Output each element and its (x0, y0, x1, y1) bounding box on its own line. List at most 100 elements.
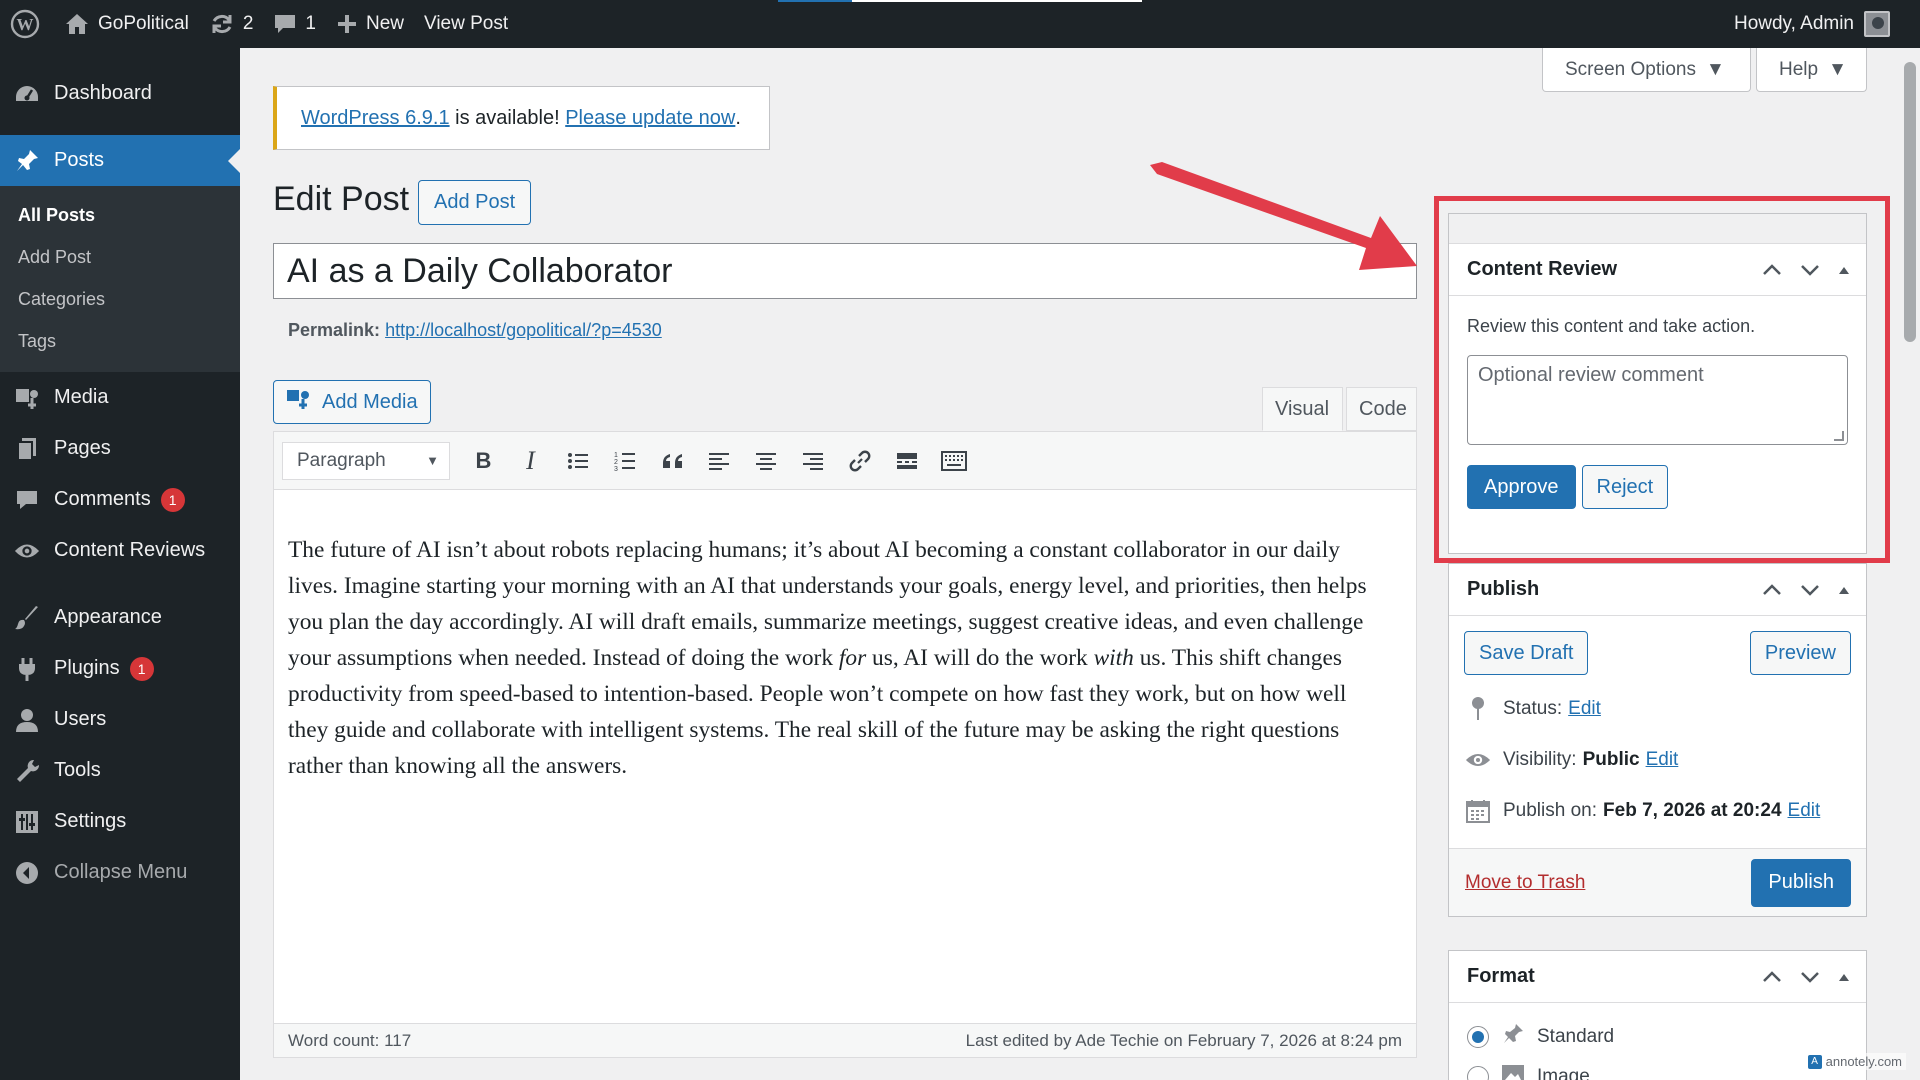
numbered-list-button[interactable]: 123 (603, 442, 646, 480)
move-up-icon[interactable] (1762, 970, 1782, 983)
move-down-icon[interactable] (1800, 971, 1820, 983)
align-right-button[interactable] (791, 442, 834, 480)
move-to-trash-link[interactable]: Move to Trash (1465, 872, 1585, 894)
update-now-link[interactable]: Please update now (565, 107, 735, 130)
status-edit-link[interactable]: Edit (1568, 698, 1601, 720)
submenu-add-post[interactable]: Add Post (0, 236, 240, 278)
sidebar-item-content-reviews[interactable]: Content Reviews (0, 525, 240, 576)
preview-button[interactable]: Preview (1749, 631, 1851, 675)
page-title: Edit Post (273, 180, 410, 218)
editor-toolbar: Paragraph ▼ B I 123 (274, 432, 1416, 490)
my-account-link[interactable]: Howdy, Admin (1734, 0, 1890, 48)
add-media-icon (286, 387, 312, 417)
add-post-button[interactable]: Add Post (418, 180, 532, 225)
tab-visual[interactable]: Visual (1262, 387, 1343, 431)
updates-icon (209, 12, 235, 36)
sidebar-item-pages[interactable]: Pages (0, 423, 240, 474)
submenu-tags[interactable]: Tags (0, 320, 240, 362)
sidebar-label-posts: Posts (54, 149, 105, 171)
save-draft-button[interactable]: Save Draft (1464, 631, 1589, 675)
updates-link[interactable]: 2 (199, 0, 264, 48)
sidebar-label-settings: Settings (54, 810, 127, 832)
last-edited: Last edited by Ade Techie on February 7,… (965, 1030, 1402, 1050)
screen-options-button[interactable]: Screen Options ▼ (1542, 48, 1751, 92)
align-left-button[interactable] (697, 442, 740, 480)
scrollbar-thumb[interactable] (1904, 62, 1916, 342)
permalink-url[interactable]: http://localhost/gopolitical/?p=4530 (385, 320, 662, 340)
comments-badge: 1 (160, 487, 185, 512)
sidebar-item-users[interactable]: Users (0, 694, 240, 745)
read-more-icon (896, 452, 917, 469)
editor-status-bar: Word count: 117 Last edited by Ade Techi… (274, 1023, 1416, 1057)
visibility-edit-link[interactable]: Edit (1646, 749, 1679, 771)
sidebar-item-posts[interactable]: Posts (0, 135, 240, 186)
align-center-button[interactable] (744, 442, 787, 480)
publish-header: Publish (1449, 564, 1866, 616)
screen-options-label: Screen Options (1565, 58, 1696, 80)
sidebar-item-settings[interactable]: Settings (0, 796, 240, 847)
site-name-link[interactable]: GoPolitical (54, 0, 199, 48)
collapse-toggle-icon[interactable] (1838, 972, 1850, 982)
sidebar-label-content-reviews: Content Reviews (54, 539, 206, 561)
help-button[interactable]: Help ▼ (1756, 48, 1867, 92)
align-left-icon (708, 452, 729, 470)
submenu-categories[interactable]: Categories (0, 278, 240, 320)
wordpress-logo-icon[interactable]: W (0, 0, 54, 48)
sidebar-label-media: Media (54, 386, 109, 408)
home-icon (64, 12, 90, 36)
watermark-text: annotely.com (1825, 1054, 1902, 1069)
sidebar-label-appearance: Appearance (54, 606, 162, 628)
post-content[interactable]: The future of AI isn’t about robots repl… (274, 532, 1394, 784)
bold-button[interactable]: B (462, 442, 505, 480)
format-option-standard[interactable]: Standard (1449, 1017, 1866, 1057)
quote-icon (662, 453, 682, 468)
publish-button[interactable]: Publish (1751, 858, 1851, 907)
content-emphasis-for: for (838, 645, 867, 671)
annotation-highlight-box (1434, 196, 1890, 563)
standard-radio[interactable] (1467, 1026, 1489, 1048)
align-right-icon (802, 452, 823, 470)
move-down-icon[interactable] (1800, 584, 1820, 596)
sidebar-item-plugins[interactable]: Plugins 1 (0, 643, 240, 694)
image-radio[interactable] (1467, 1066, 1489, 1080)
sidebar-item-media[interactable]: Media (0, 372, 240, 423)
sidebar-label-pages: Pages (54, 437, 111, 459)
publish-date-edit-link[interactable]: Edit (1788, 800, 1821, 822)
plugins-badge: 1 (129, 656, 154, 681)
post-status-row: Status: Edit (1449, 683, 1866, 734)
collapse-toggle-icon[interactable] (1838, 585, 1850, 595)
move-up-icon[interactable] (1762, 583, 1782, 596)
sidebar-item-appearance[interactable]: Appearance (0, 592, 240, 643)
toolbar-toggle-button[interactable] (932, 442, 975, 480)
content-text-2: us, AI will do the work (866, 645, 1094, 671)
tab-code[interactable]: Code (1346, 387, 1417, 431)
sidebar-label-users: Users (54, 708, 107, 730)
comments-link[interactable]: 1 (263, 0, 326, 48)
page-scrollbar[interactable] (1900, 48, 1920, 1080)
post-title-input[interactable]: AI as a Daily Collaborator (273, 243, 1417, 299)
notice-text: is available! (449, 106, 566, 129)
blockquote-button[interactable] (650, 442, 693, 480)
wordpress-version-link[interactable]: WordPress 6.9.1 (301, 107, 450, 130)
sidebar-item-tools[interactable]: Tools (0, 745, 240, 796)
submenu-all-posts[interactable]: All Posts (0, 194, 240, 236)
format-option-label: Image (1537, 1066, 1590, 1080)
visibility-eye-icon (1465, 751, 1491, 769)
dashboard-icon (14, 81, 40, 107)
read-more-button[interactable] (885, 442, 928, 480)
insert-link-button[interactable] (838, 442, 881, 480)
wrench-icon (14, 758, 40, 784)
italic-button[interactable]: I (509, 442, 552, 480)
format-select[interactable]: Paragraph ▼ (282, 441, 450, 480)
status-label: Status: (1503, 697, 1563, 719)
box-controls (1762, 970, 1850, 983)
keyboard-icon (940, 450, 967, 471)
bullet-list-button[interactable] (556, 442, 599, 480)
add-media-button[interactable]: Add Media (273, 380, 431, 424)
view-post-link[interactable]: View Post (414, 0, 518, 48)
sidebar-item-comments[interactable]: Comments 1 (0, 474, 240, 525)
publish-date-row: Publish on: Feb 7, 2026 at 20:24 Edit (1449, 785, 1866, 836)
sidebar-item-dashboard[interactable]: Dashboard (0, 68, 240, 119)
new-content-link[interactable]: New (326, 0, 414, 48)
collapse-menu-button[interactable]: Collapse Menu (0, 847, 240, 898)
